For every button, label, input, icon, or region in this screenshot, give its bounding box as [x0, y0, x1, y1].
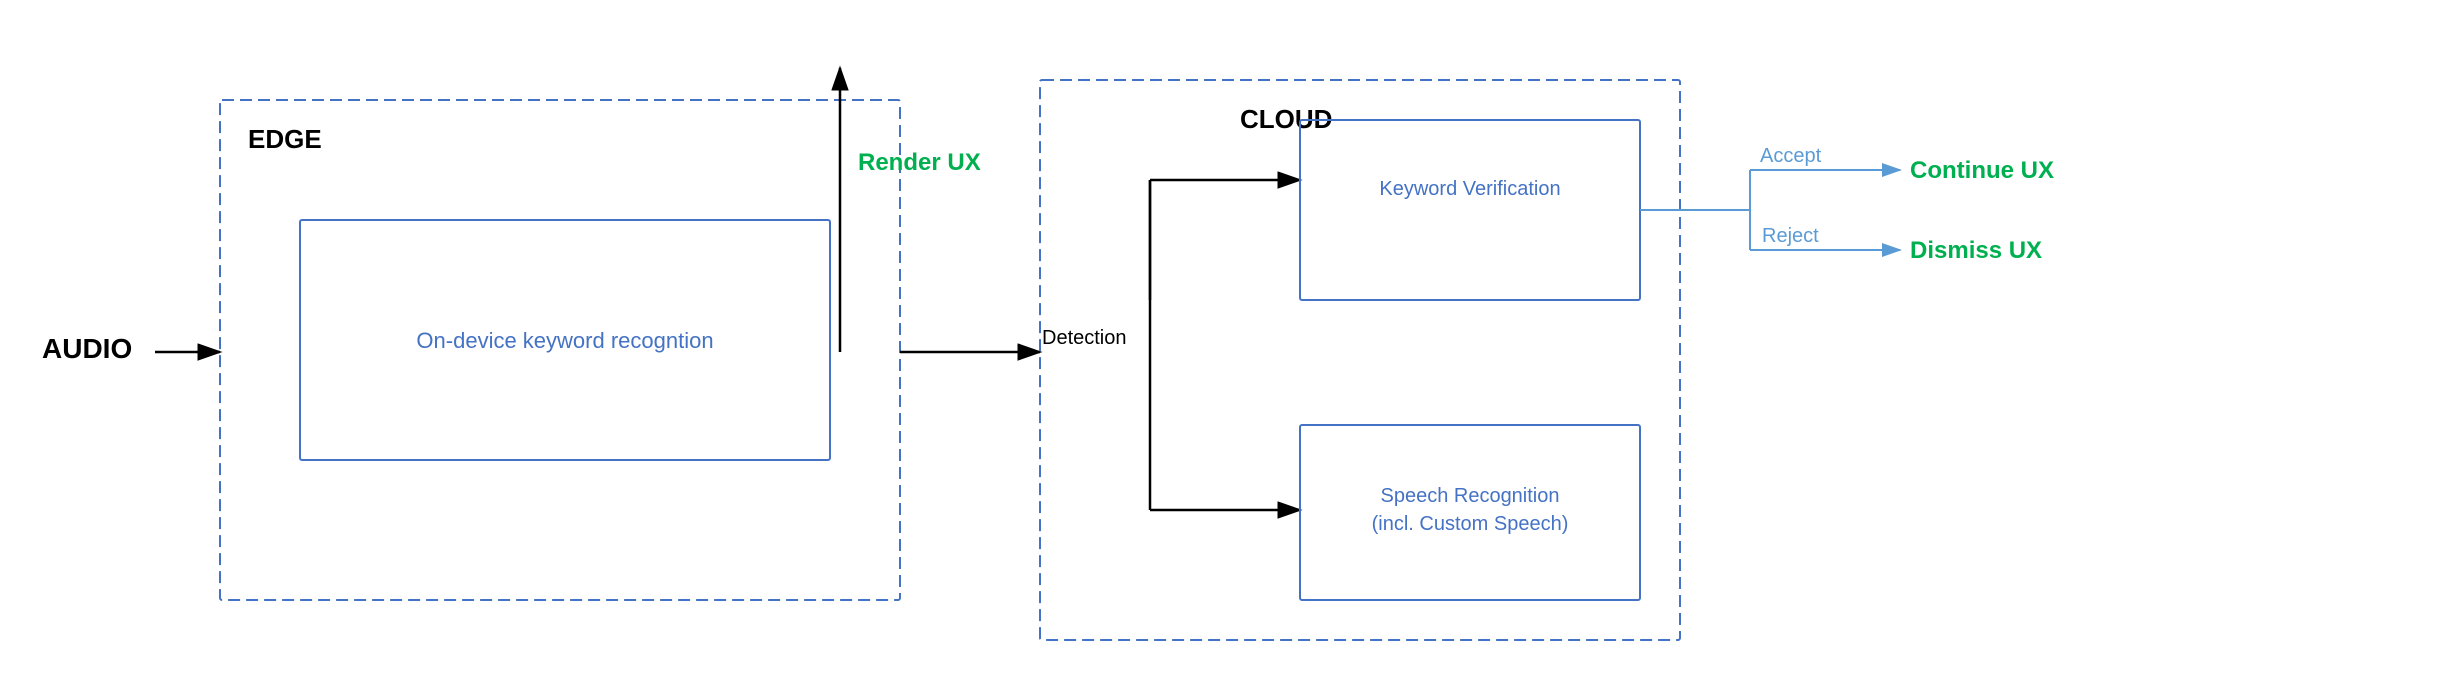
- speech-recognition-label-2: (incl. Custom Speech): [1372, 513, 1569, 535]
- diagram-container: AUDIO EDGE On-device keyword recogntion …: [0, 0, 2442, 698]
- edge-label: EDGE: [248, 124, 322, 154]
- reject-label: Reject: [1762, 225, 1819, 247]
- render-ux-label: Render UX: [858, 149, 981, 176]
- audio-label: AUDIO: [42, 333, 132, 364]
- speech-recognition-label-1: Speech Recognition: [1380, 485, 1559, 507]
- detection-label: Detection: [1042, 327, 1127, 349]
- on-device-label: On-device keyword recogntion: [416, 328, 713, 353]
- accept-label: Accept: [1760, 145, 1822, 167]
- dismiss-ux-label: Dismiss UX: [1910, 237, 2042, 264]
- keyword-verification-label: Keyword Verification: [1379, 178, 1560, 200]
- continue-ux-label: Continue UX: [1910, 157, 2054, 184]
